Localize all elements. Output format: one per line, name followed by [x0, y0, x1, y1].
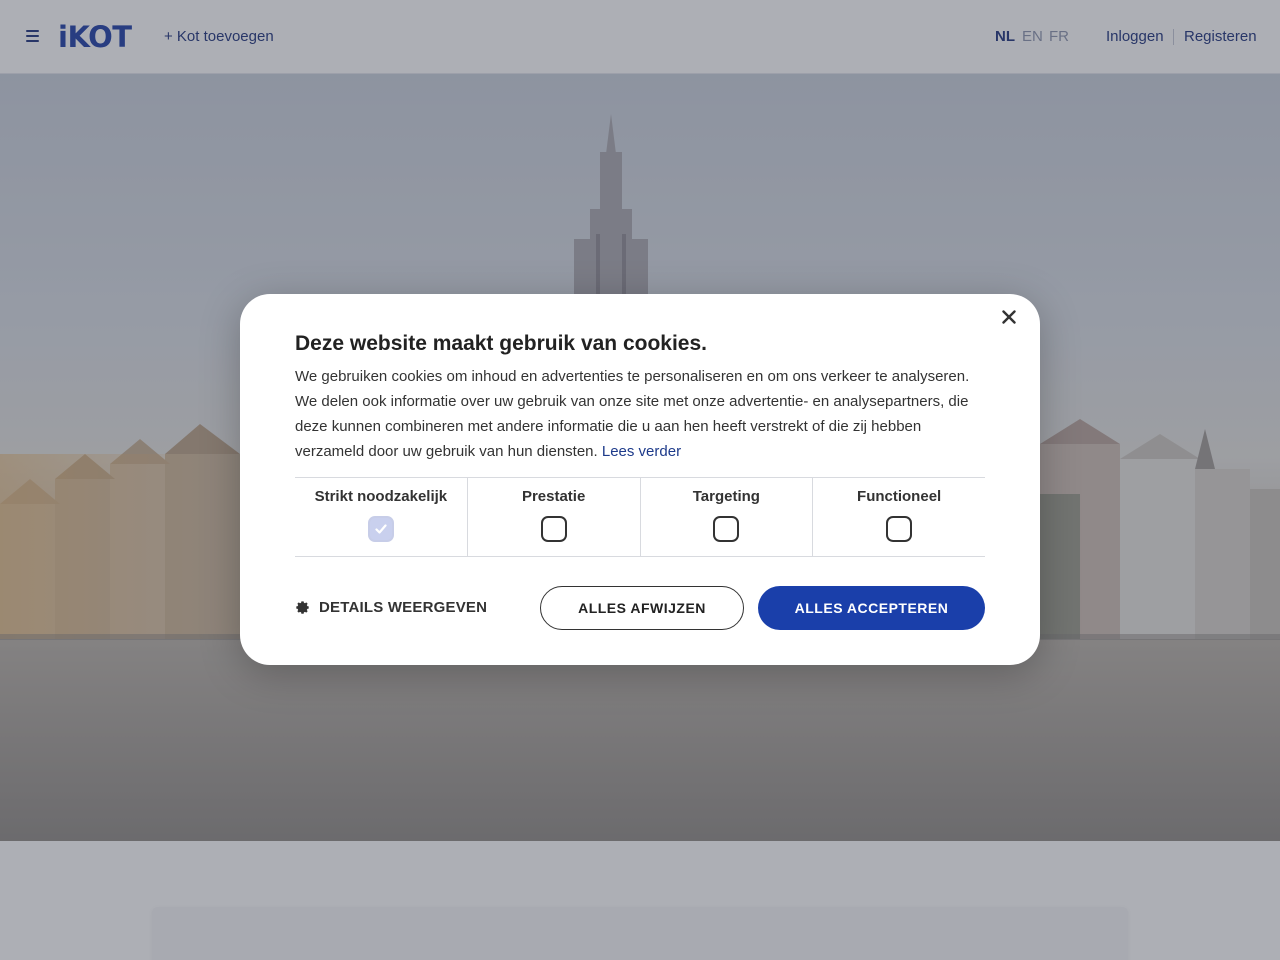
- gear-icon: [296, 601, 309, 614]
- category-performance: Prestatie: [466, 478, 640, 556]
- close-button[interactable]: [998, 306, 1020, 328]
- cookie-dialog-title: Deze website maakt gebruik van cookies.: [295, 332, 708, 355]
- accept-all-button[interactable]: ALLES ACCEPTEREN: [758, 586, 985, 630]
- checkmark-icon: [375, 524, 387, 534]
- category-label: Functioneel: [857, 488, 942, 505]
- cookie-dialog-text: We gebruiken cookies om inhoud en advert…: [295, 364, 985, 464]
- category-strictly-necessary: Strikt noodzakelijk: [295, 478, 467, 556]
- targeting-checkbox[interactable]: [713, 516, 740, 542]
- reject-all-button[interactable]: ALLES AFWIJZEN: [540, 586, 744, 630]
- functional-checkbox[interactable]: [886, 516, 913, 542]
- show-details-label: DETAILS WEERGEVEN: [319, 599, 488, 616]
- category-label: Targeting: [692, 488, 760, 505]
- performance-checkbox[interactable]: [540, 516, 567, 542]
- show-details-button[interactable]: DETAILS WEERGEVEN: [295, 599, 487, 616]
- cookie-consent-dialog: Deze website maakt gebruik van cookies. …: [240, 294, 1040, 665]
- read-more-link[interactable]: Lees verder: [602, 443, 681, 460]
- category-label: Prestatie: [521, 488, 586, 505]
- category-functional: Functioneel: [812, 478, 985, 556]
- category-targeting: Targeting: [639, 478, 813, 556]
- cookie-categories: Strikt noodzakelijk Prestatie Targeting …: [295, 477, 985, 557]
- strictly-necessary-checkbox: [367, 516, 394, 542]
- category-label: Strikt noodzakelijk: [314, 488, 448, 505]
- close-icon: [1002, 310, 1016, 324]
